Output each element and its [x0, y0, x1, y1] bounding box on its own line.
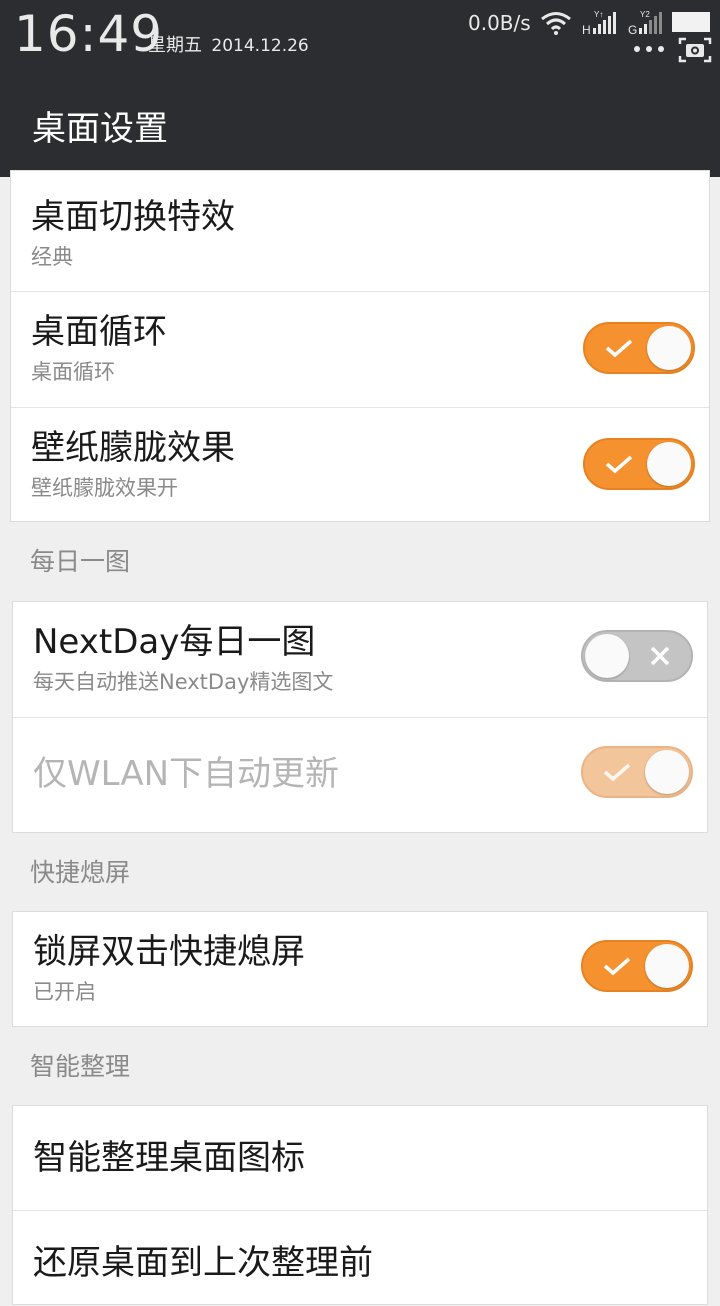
daily-image-card: NextDay每日一图 每天自动推送NextDay精选图文 仅WLAN下自动更新	[12, 601, 708, 833]
wallpaper-blur-toggle[interactable]	[583, 438, 695, 490]
row-title: 还原桌面到上次整理前	[33, 1243, 373, 1283]
check-icon	[603, 763, 631, 782]
desktop-loop-row[interactable]: 桌面循环 桌面循环	[11, 292, 709, 408]
signal-g-icon: G Y2	[628, 10, 662, 36]
row-subtitle: 桌面循环	[31, 360, 115, 384]
signal-h-icon: H Y↑	[582, 10, 616, 36]
toggle-knob	[645, 750, 689, 794]
organize-icons-row[interactable]: 智能整理桌面图标	[13, 1106, 707, 1211]
transition-effect-row[interactable]: 桌面切换特效 经典	[11, 171, 709, 292]
network-speed: 0.0B/s	[468, 11, 531, 35]
row-title: 智能整理桌面图标	[33, 1138, 305, 1178]
weekday: 星期五	[148, 35, 202, 56]
screenshot-camera-icon[interactable]	[678, 36, 712, 64]
svg-text:G: G	[628, 23, 637, 36]
svg-text:H: H	[582, 23, 591, 36]
desktop-settings-card: 桌面切换特效 经典 桌面循环 桌面循环 壁纸朦胧效果 壁纸朦胧效果开	[10, 170, 710, 522]
restore-desktop-row[interactable]: 还原桌面到上次整理前	[13, 1211, 707, 1306]
row-title: NextDay每日一图	[33, 622, 316, 662]
toggle-knob	[585, 634, 629, 678]
battery-icon	[672, 12, 710, 32]
nextday-toggle[interactable]	[581, 630, 693, 682]
row-title: 壁纸朦胧效果	[31, 428, 235, 468]
app-header: 桌面设置	[0, 82, 720, 177]
section-header-daily: 每日一图	[30, 547, 131, 576]
nextday-row[interactable]: NextDay每日一图 每天自动推送NextDay精选图文	[13, 602, 707, 718]
date-label: 星期五 2014.12.26	[148, 34, 309, 58]
row-title: 仅WLAN下自动更新	[33, 754, 340, 794]
row-title: 桌面循环	[31, 312, 167, 352]
toggle-knob	[645, 944, 689, 988]
row-subtitle: 已开启	[33, 980, 96, 1004]
section-header-screen-off: 快捷熄屏	[30, 858, 131, 887]
more-dots-icon[interactable]	[632, 42, 666, 56]
check-icon	[605, 339, 633, 358]
row-subtitle: 经典	[31, 245, 73, 269]
row-title: 桌面切换特效	[31, 197, 235, 237]
svg-text:Y↑: Y↑	[594, 10, 603, 19]
wifi-icon	[541, 12, 571, 35]
row-subtitle: 每天自动推送NextDay精选图文	[33, 670, 334, 694]
double-tap-lock-row[interactable]: 锁屏双击快捷熄屏 已开启	[13, 912, 707, 1026]
row-subtitle: 壁纸朦胧效果开	[31, 476, 178, 500]
double-tap-lock-toggle[interactable]	[581, 940, 693, 992]
toggle-knob	[647, 442, 691, 486]
status-bar: 16:49 星期五 2014.12.26 0.0B/s H Y↑ G Y2	[0, 0, 720, 82]
desktop-loop-toggle[interactable]	[583, 322, 695, 374]
wlan-only-toggle	[581, 746, 693, 798]
close-icon	[650, 646, 670, 666]
smart-organize-card: 智能整理桌面图标 还原桌面到上次整理前	[12, 1105, 708, 1305]
screen-off-card: 锁屏双击快捷熄屏 已开启	[12, 911, 708, 1027]
toggle-knob	[647, 326, 691, 370]
check-icon	[605, 455, 633, 474]
date: 2014.12.26	[211, 36, 309, 56]
page-title: 桌面设置	[32, 109, 168, 149]
wallpaper-blur-row[interactable]: 壁纸朦胧效果 壁纸朦胧效果开	[11, 408, 709, 522]
svg-text:Y2: Y2	[640, 10, 650, 19]
clock: 16:49	[14, 5, 164, 63]
row-title: 锁屏双击快捷熄屏	[33, 932, 305, 972]
wlan-only-row: 仅WLAN下自动更新	[13, 718, 707, 832]
check-icon	[603, 957, 631, 976]
section-header-smart-organize: 智能整理	[30, 1052, 131, 1081]
